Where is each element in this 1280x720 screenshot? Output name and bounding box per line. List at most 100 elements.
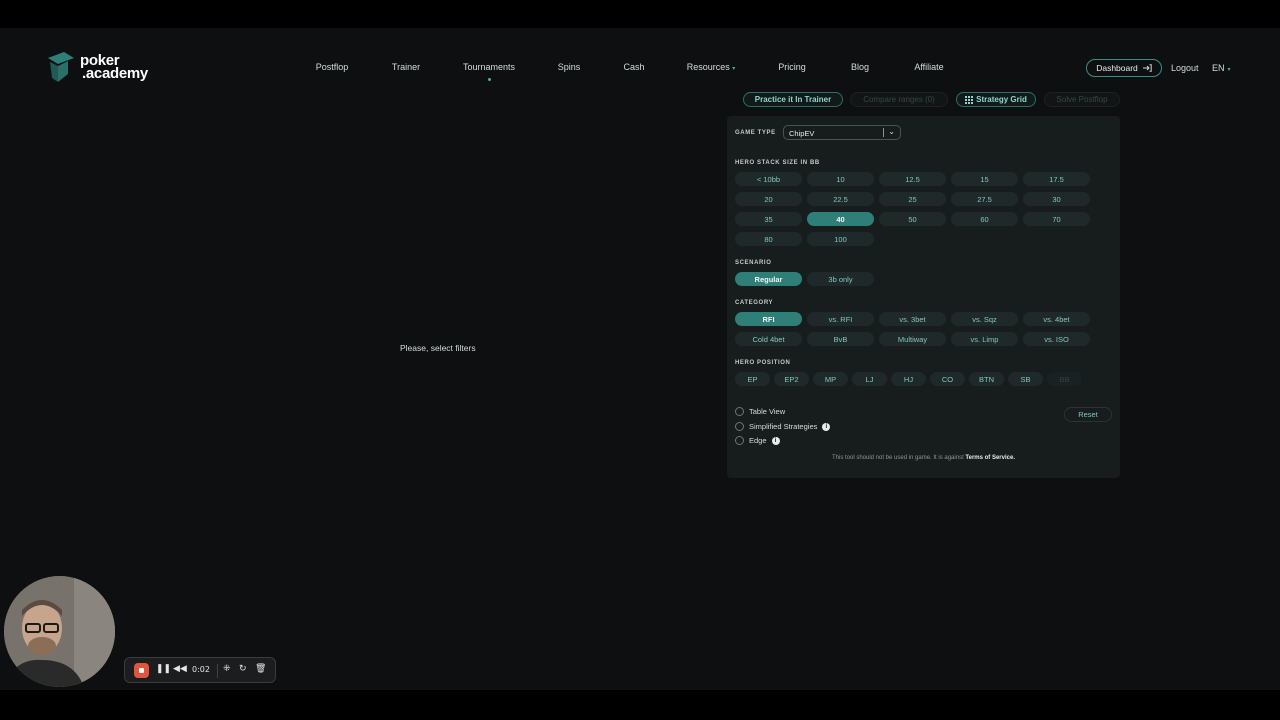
nav-blog[interactable]: Blog: [851, 62, 869, 72]
stack-chip[interactable]: 50: [879, 212, 946, 226]
position-chip[interactable]: EP: [735, 372, 770, 386]
grid-icon: [965, 95, 974, 104]
stack-chip[interactable]: 80: [735, 232, 802, 246]
stack-chip[interactable]: 25: [879, 192, 946, 206]
nav-resources[interactable]: Resources ▾: [687, 62, 736, 72]
chevron-down-icon: ▾: [732, 66, 736, 72]
position-chip[interactable]: EP2: [774, 372, 809, 386]
filter-panel: GAME TYPE ChipEV ⌄ HERO STACK SIZE IN BB…: [727, 116, 1120, 478]
chevron-down-icon: ⌄: [888, 127, 895, 136]
nav-affiliate[interactable]: Affiliate: [914, 62, 943, 72]
category-chip[interactable]: Multiway: [879, 332, 946, 346]
position-chip[interactable]: BTN: [969, 372, 1004, 386]
position-chip-disabled: BB: [1047, 372, 1082, 386]
stack-chip[interactable]: 100: [807, 232, 874, 246]
rewind-icon[interactable]: ◀◀: [173, 663, 187, 674]
letterbox-bottom: [0, 690, 1280, 720]
game-type-select[interactable]: ChipEV ⌄: [783, 125, 901, 140]
position-chip[interactable]: LJ: [852, 372, 887, 386]
stack-chip[interactable]: < 10bb: [735, 172, 802, 186]
table-view-label: Table View: [749, 407, 786, 416]
nav-resources-label: Resources: [686, 62, 730, 72]
logout-link[interactable]: Logout: [1171, 63, 1199, 73]
trash-icon[interactable]: 🗑: [255, 663, 266, 674]
nav-pricing[interactable]: Pricing: [778, 62, 806, 72]
stack-chip[interactable]: 27.5: [951, 192, 1018, 206]
category-chip[interactable]: vs. 4bet: [1023, 312, 1090, 326]
table-view-option: Table View: [735, 407, 785, 416]
game-type-value: ChipEV: [789, 129, 815, 138]
webcam-overlay: [4, 576, 115, 687]
stack-chip[interactable]: 35: [735, 212, 802, 226]
empty-state-message: Please, select filters: [400, 343, 476, 353]
position-chip[interactable]: SB: [1008, 372, 1043, 386]
pause-icon[interactable]: ❚❚: [156, 663, 171, 674]
nav-trainer[interactable]: Trainer: [392, 62, 420, 72]
edge-checkbox[interactable]: [735, 436, 744, 445]
language-selector[interactable]: EN ▾: [1212, 63, 1231, 73]
stack-size-label: HERO STACK SIZE IN BB: [735, 160, 820, 166]
solve-postflop-button[interactable]: Solve Postflop: [1044, 92, 1120, 107]
nav-postflop[interactable]: Postflop: [316, 62, 349, 72]
info-icon[interactable]: i: [771, 436, 780, 445]
simplified-strategies-label: Simplified Strategies: [749, 422, 818, 431]
category-chip[interactable]: Cold 4bet: [735, 332, 802, 346]
active-nav-indicator: [488, 78, 491, 81]
stack-chip[interactable]: 30: [1023, 192, 1090, 206]
presenter-video-icon: [4, 576, 115, 687]
position-chip[interactable]: MP: [813, 372, 848, 386]
disclaimer-text: This tool should not be used in game. It…: [831, 455, 966, 461]
practice-in-trainer-button[interactable]: Practice it In Trainer: [743, 92, 843, 107]
letterbox-top: [0, 0, 1280, 28]
nav-tournaments[interactable]: Tournaments: [463, 62, 515, 72]
reset-button[interactable]: Reset: [1064, 407, 1112, 422]
login-arrow-icon: [1142, 64, 1152, 72]
stack-chip[interactable]: 22.5: [807, 192, 874, 206]
select-divider: [883, 128, 884, 137]
category-chip[interactable]: vs. 3bet: [879, 312, 946, 326]
hero-position-label: HERO POSITION: [735, 360, 791, 366]
category-chip[interactable]: vs. Limp: [951, 332, 1018, 346]
simplified-strategies-checkbox[interactable]: [735, 422, 744, 431]
category-chip[interactable]: vs. Sqz: [951, 312, 1018, 326]
scenario-chip[interactable]: 3b only: [807, 272, 874, 286]
stack-chip[interactable]: 60: [951, 212, 1018, 226]
edge-label: Edge: [749, 436, 767, 445]
stack-chip[interactable]: 12.5: [879, 172, 946, 186]
restart-icon[interactable]: ↻: [239, 663, 247, 674]
toolbar-divider: [217, 664, 218, 678]
category-label: CATEGORY: [735, 300, 774, 306]
category-chip[interactable]: BvB: [807, 332, 874, 346]
language-label: EN: [1212, 63, 1225, 73]
category-chip[interactable]: vs. ISO: [1023, 332, 1090, 346]
chevron-down-icon: ▾: [1227, 67, 1231, 73]
stack-chip[interactable]: 70: [1023, 212, 1090, 226]
terms-of-service-link[interactable]: Terms of Service.: [965, 455, 1015, 461]
nav-spins[interactable]: Spins: [558, 62, 581, 72]
stop-recording-button[interactable]: [134, 663, 149, 678]
info-icon[interactable]: i: [822, 422, 831, 431]
stack-chip[interactable]: 17.5: [1023, 172, 1090, 186]
stack-chip-selected[interactable]: 40: [807, 212, 874, 226]
stack-chip[interactable]: 20: [735, 192, 802, 206]
simplified-strategies-option: Simplified Strategies i: [735, 422, 831, 431]
edge-option: Edge i: [735, 436, 780, 445]
game-type-label: GAME TYPE: [735, 130, 776, 136]
dashboard-label: Dashboard: [1096, 63, 1138, 73]
category-chip[interactable]: vs. RFI: [807, 312, 874, 326]
strategy-grid-button[interactable]: Strategy Grid: [956, 92, 1036, 107]
grid-dots-icon[interactable]: ⁜: [223, 663, 231, 674]
dashboard-button[interactable]: Dashboard: [1086, 59, 1162, 77]
stack-chip[interactable]: 15: [951, 172, 1018, 186]
nav-cash[interactable]: Cash: [623, 62, 644, 72]
scenario-chip-selected[interactable]: Regular: [735, 272, 802, 286]
recording-timer: 0:02: [192, 665, 210, 674]
position-chip[interactable]: CO: [930, 372, 965, 386]
table-view-checkbox[interactable]: [735, 407, 744, 416]
strategy-grid-label: Strategy Grid: [976, 95, 1027, 104]
compare-ranges-button[interactable]: Compare ranges (0): [850, 92, 948, 107]
stack-chip[interactable]: 10: [807, 172, 874, 186]
recorder-toolbar: ❚❚ ◀◀ 0:02 ⁜ ↻ 🗑: [124, 657, 276, 683]
position-chip[interactable]: HJ: [891, 372, 926, 386]
category-chip-selected[interactable]: RFI: [735, 312, 802, 326]
